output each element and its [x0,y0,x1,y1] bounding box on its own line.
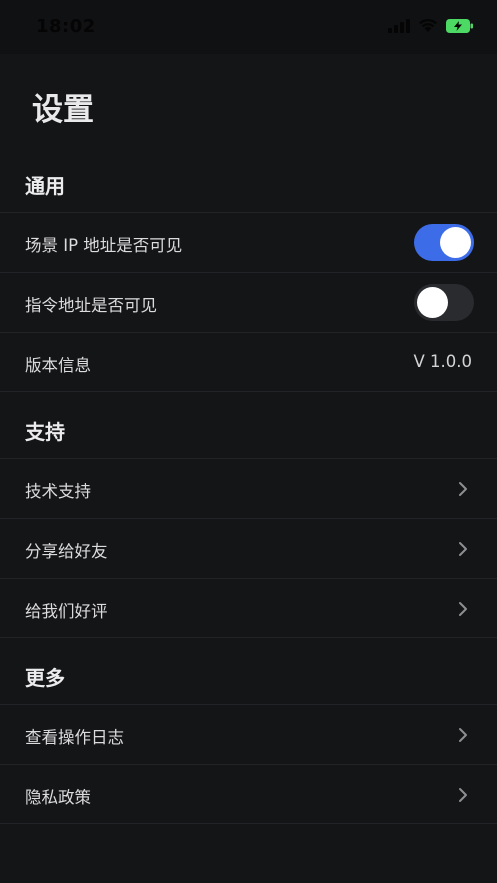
setting-label: 查看操作日志 [25,728,124,747]
setting-row-privacy[interactable]: 隐私政策 [0,764,497,824]
setting-label: 技术支持 [25,482,91,501]
chevron-right-icon [459,482,467,496]
setting-row-operation-log[interactable]: 查看操作日志 [0,704,497,764]
setting-label: 指令地址是否可见 [25,296,157,315]
command-address-visible-toggle[interactable] [414,284,474,321]
status-bar: 18:02 [0,0,497,54]
section-header-more: 更多 [25,666,65,690]
setting-row-share[interactable]: 分享给好友 [0,518,497,578]
toggle-knob [417,287,448,318]
setting-label: 隐私政策 [25,788,91,807]
setting-row-rate[interactable]: 给我们好评 [0,578,497,638]
setting-row-scene-ip-visible: 场景 IP 地址是否可见 [0,212,497,272]
battery-icon [446,18,473,37]
setting-row-version: 版本信息 V 1.0.0 [0,332,497,392]
setting-label: 分享给好友 [25,542,108,561]
setting-label: 版本信息 [25,356,91,375]
status-icons [388,18,473,37]
setting-row-command-address-visible: 指令地址是否可见 [0,272,497,332]
chevron-right-icon [459,602,467,616]
page-title: 设置 [32,92,94,128]
toggle-knob [440,227,471,258]
setting-label: 给我们好评 [25,602,108,621]
signal-icon [388,18,410,37]
wifi-icon [418,18,438,37]
scene-ip-visible-toggle[interactable] [414,224,474,261]
chevron-right-icon [459,542,467,556]
setting-row-tech-support[interactable]: 技术支持 [0,458,497,518]
section-header-general: 通用 [25,174,65,198]
chevron-right-icon [459,788,467,802]
setting-label: 场景 IP 地址是否可见 [25,236,183,255]
status-time: 18:02 [36,16,96,37]
version-value: V 1.0.0 [413,352,472,371]
section-header-support: 支持 [25,420,65,444]
chevron-right-icon [459,728,467,742]
